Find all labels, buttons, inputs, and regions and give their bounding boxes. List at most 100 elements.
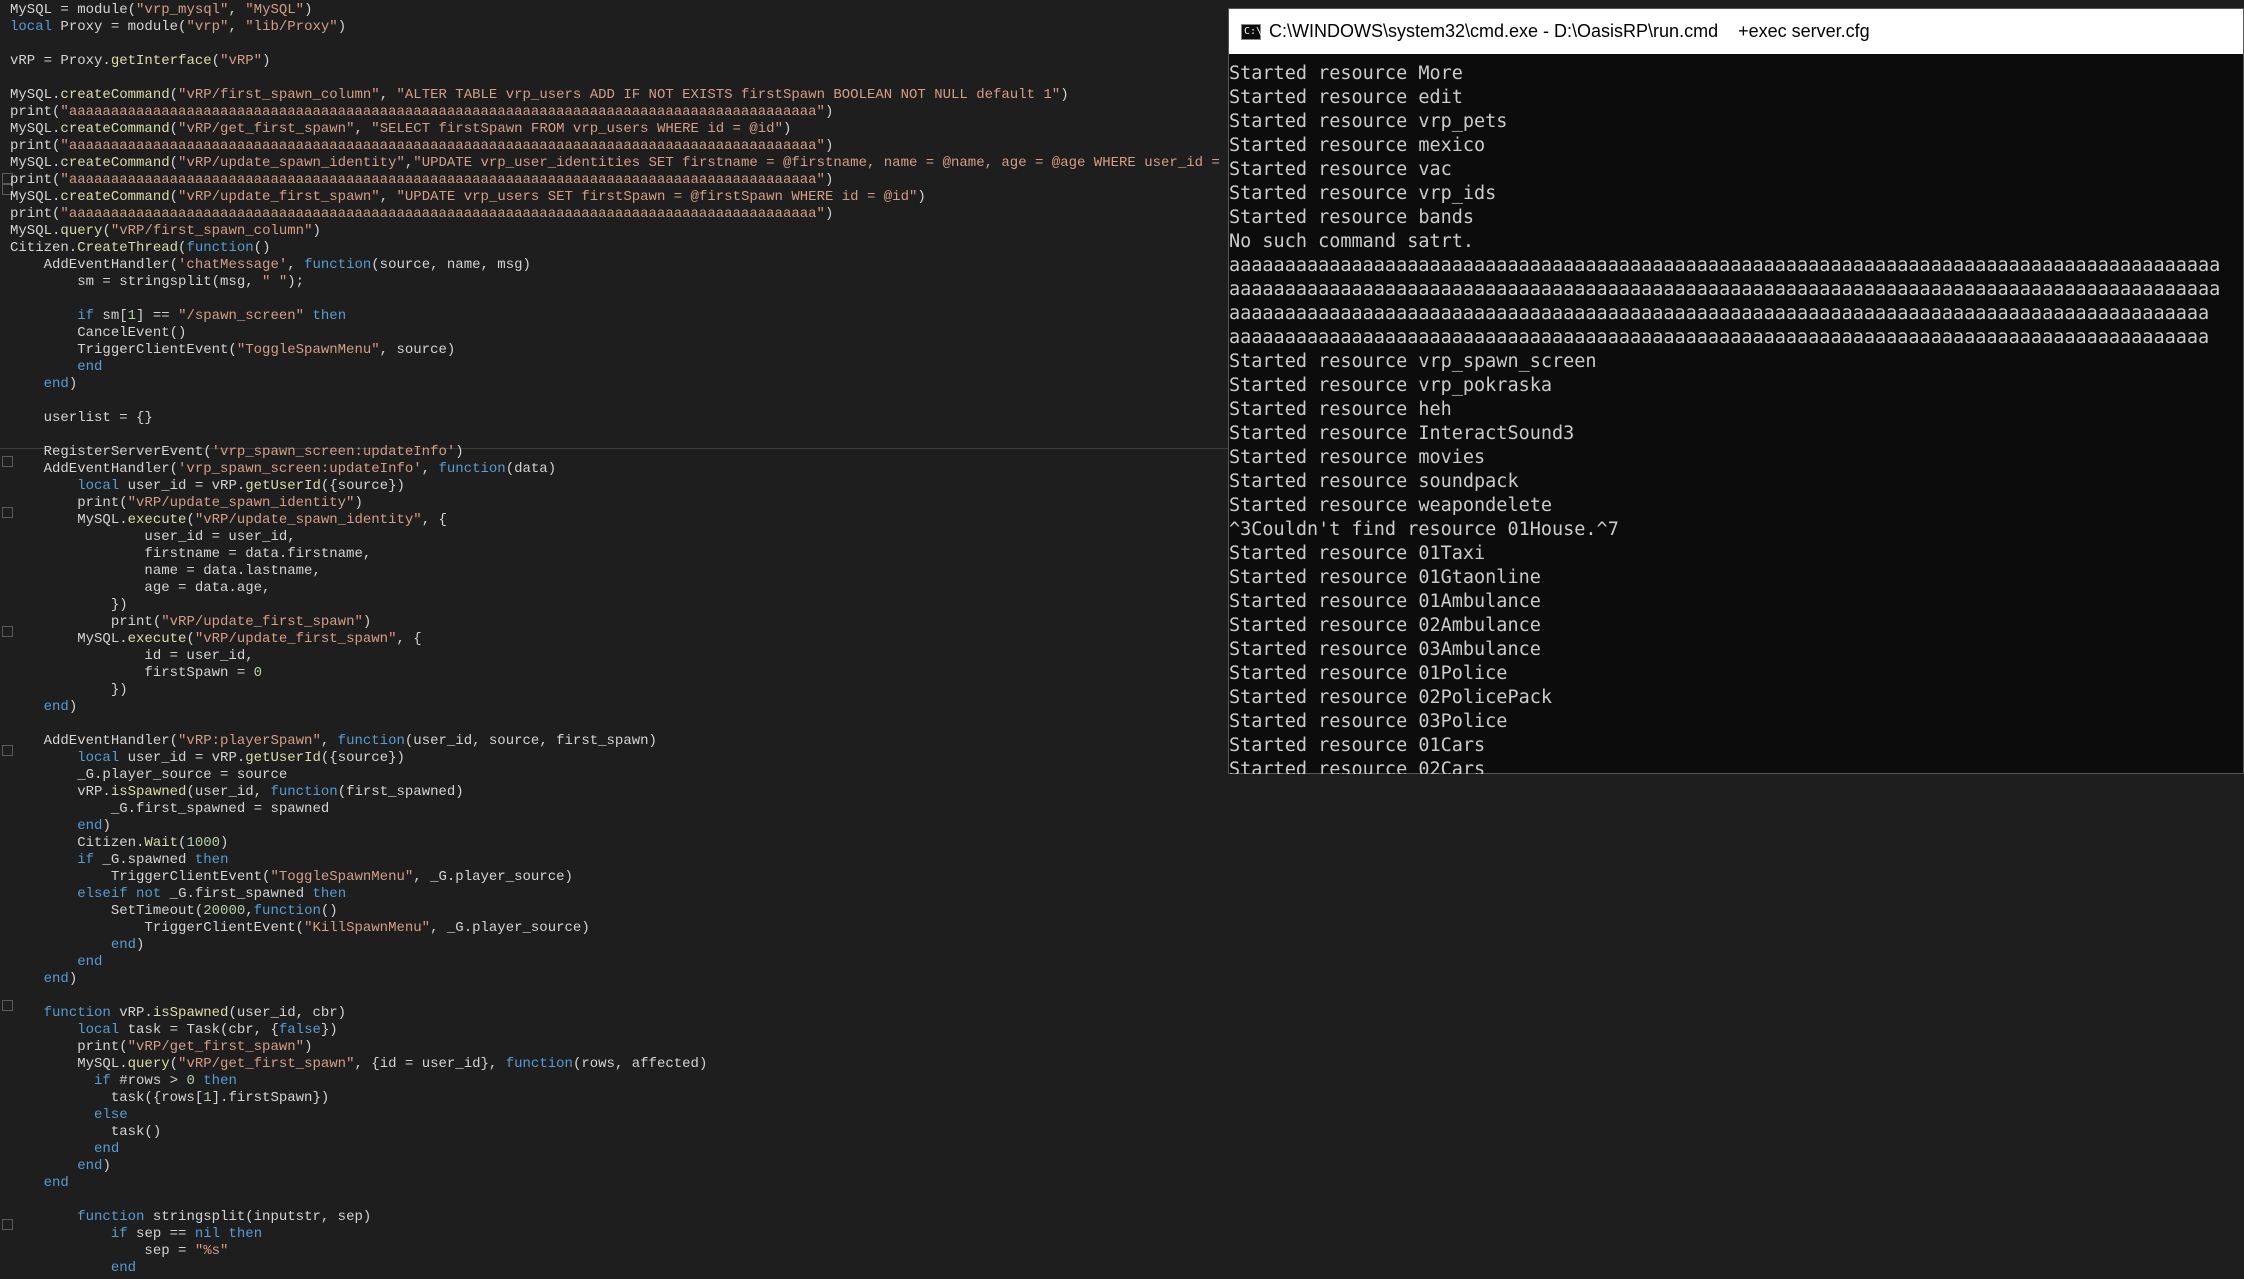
code-line[interactable]: firstname = data.firstname, (10, 546, 1228, 563)
console-line: Started resource More (1229, 63, 1463, 84)
code-line[interactable] (10, 716, 1228, 733)
code-line[interactable] (10, 291, 1228, 308)
code-line[interactable]: user_id = user_id, (10, 529, 1228, 546)
code-line[interactable]: MySQL.query("vRP/first_spawn_column") (10, 223, 1228, 240)
code-line[interactable]: task() (10, 1124, 1228, 1141)
code-line[interactable]: MySQL.createCommand("vRP/update_spawn_id… (10, 155, 1228, 172)
code-line[interactable] (10, 393, 1228, 410)
code-line[interactable]: end) (10, 376, 1228, 393)
code-line[interactable]: end (10, 954, 1228, 971)
code-line[interactable]: local user_id = vRP.getUserId({source}) (10, 750, 1228, 767)
code-line[interactable]: MySQL.execute("vRP/update_spawn_identity… (10, 512, 1228, 529)
code-line[interactable]: RegisterServerEvent('vrp_spawn_screen:up… (10, 444, 1228, 461)
code-line[interactable]: end) (10, 818, 1228, 835)
code-line[interactable]: name = data.lastname, (10, 563, 1228, 580)
code-line[interactable]: MySQL.createCommand("vRP/first_spawn_col… (10, 87, 1228, 104)
code-text[interactable]: MySQL = module("vrp_mysql", "MySQL") loca… (10, 2, 1228, 1277)
code-line[interactable] (10, 988, 1228, 1005)
code-line[interactable]: print("vRP/get_first_spawn") (10, 1039, 1228, 1056)
code-line[interactable]: MySQL.query("vRP/get_first_spawn", {id =… (10, 1056, 1228, 1073)
code-line[interactable]: _G.first_spawned = spawned (10, 801, 1228, 818)
code-line[interactable]: if sep == nil then (10, 1226, 1228, 1243)
code-line[interactable]: function stringsplit(inputstr, sep) (10, 1209, 1228, 1226)
console-line: Started resource mexico (1229, 135, 1486, 156)
console-line: Started resource heh (1229, 399, 1452, 420)
console-line: Started resource 02PolicePack (1229, 687, 1553, 708)
code-line[interactable]: if _G.spawned then (10, 852, 1228, 869)
code-line[interactable] (10, 36, 1228, 53)
code-line[interactable]: vRP = Proxy.getInterface("vRP") (10, 53, 1228, 70)
console-line: Started resource 02Ambulance (1229, 615, 1541, 636)
code-line[interactable]: MySQL.createCommand("vRP/get_first_spawn… (10, 121, 1228, 138)
code-line[interactable]: print("aaaaaaaaaaaaaaaaaaaaaaaaaaaaaaaaa… (10, 104, 1228, 121)
code-line[interactable]: task({rows[1].firstSpawn}) (10, 1090, 1228, 1107)
code-line[interactable]: end) (10, 699, 1228, 716)
cmd-titlebar[interactable]: C:\ C:\WINDOWS\system32\cmd.exe - D:\Oas… (1229, 9, 2243, 54)
code-line[interactable]: TriggerClientEvent("ToggleSpawnMenu", _G… (10, 869, 1228, 886)
code-line[interactable]: print("aaaaaaaaaaaaaaaaaaaaaaaaaaaaaaaaa… (10, 206, 1228, 223)
code-line[interactable] (10, 1192, 1228, 1209)
code-editor[interactable]: MySQL = module("vrp_mysql", "MySQL") loca… (0, 0, 1228, 1279)
code-line[interactable]: vRP.isSpawned(user_id, function(first_sp… (10, 784, 1228, 801)
code-line[interactable] (10, 70, 1228, 87)
code-line[interactable]: end (10, 1141, 1228, 1158)
code-line[interactable]: age = data.age, (10, 580, 1228, 597)
cmd-output: Started resource More Started resource ed… (1229, 54, 2243, 774)
code-line[interactable]: MySQL = module("vrp_mysql", "MySQL") (10, 2, 1228, 19)
code-line[interactable]: end) (10, 1158, 1228, 1175)
code-line[interactable]: elseif not _G.first_spawned then (10, 886, 1228, 903)
code-line[interactable]: AddEventHandler("vRP:playerSpawn", funct… (10, 733, 1228, 750)
code-line[interactable]: CancelEvent() (10, 325, 1228, 342)
code-line[interactable]: else (10, 1107, 1228, 1124)
console-line: Started resource 01Police (1229, 663, 1508, 684)
code-line[interactable]: SetTimeout(20000,function() (10, 903, 1228, 920)
code-line[interactable]: print("vRP/update_first_spawn") (10, 614, 1228, 631)
code-line[interactable]: end) (10, 971, 1228, 988)
cmd-window-title: C:\WINDOWS\system32\cmd.exe - D:\OasisRP… (1269, 21, 1870, 41)
code-line[interactable]: TriggerClientEvent("KillSpawnMenu", _G.p… (10, 920, 1228, 937)
code-line[interactable]: end (10, 1260, 1228, 1277)
console-line: Started resource InteractSound3 (1229, 423, 1575, 444)
console-line: Started resource 01Gtaonline (1229, 567, 1541, 588)
code-line[interactable]: end (10, 1175, 1228, 1192)
code-line[interactable]: local task = Task(cbr, {false}) (10, 1022, 1228, 1039)
code-line[interactable]: MySQL.execute("vRP/update_first_spawn", … (10, 631, 1228, 648)
code-line[interactable]: }) (10, 682, 1228, 699)
code-line[interactable]: end) (10, 937, 1228, 954)
code-line[interactable]: end (10, 359, 1228, 376)
code-line[interactable]: print("aaaaaaaaaaaaaaaaaaaaaaaaaaaaaaaaa… (10, 138, 1228, 155)
code-line[interactable]: TriggerClientEvent("ToggleSpawnMenu", so… (10, 342, 1228, 359)
console-line: Started resource movies (1229, 447, 1486, 468)
code-line[interactable]: local user_id = vRP.getUserId({source}) (10, 478, 1228, 495)
console-line: Started resource vrp_pokraska (1229, 375, 1553, 396)
code-line[interactable]: MySQL.createCommand("vRP/update_first_sp… (10, 189, 1228, 206)
console-line: Started resource 01Taxi (1229, 543, 1486, 564)
console-line: Started resource 01Cars (1229, 735, 1486, 756)
console-line: aaaaaaaaaaaaaaaaaaaaaaaaaaaaaaaaaaaaaaaa… (1229, 255, 2221, 276)
console-line: Started resource 01Ambulance (1229, 591, 1541, 612)
code-line[interactable]: firstSpawn = 0 (10, 665, 1228, 682)
console-line: Started resource bands (1229, 207, 1475, 228)
console-line: Started resource 02Cars (1229, 759, 1486, 774)
cmd-window[interactable]: C:\ C:\WINDOWS\system32\cmd.exe - D:\Oas… (1228, 8, 2244, 774)
code-line[interactable]: AddEventHandler('chatMessage', function(… (10, 257, 1228, 274)
code-line[interactable]: sep = "%s" (10, 1243, 1228, 1260)
code-line[interactable] (10, 427, 1228, 444)
code-line[interactable]: userlist = {} (10, 410, 1228, 427)
console-line: Started resource 03Ambulance (1229, 639, 1541, 660)
code-line[interactable]: AddEventHandler('vrp_spawn_screen:update… (10, 461, 1228, 478)
code-line[interactable]: _G.player_source = source (10, 767, 1228, 784)
code-line[interactable]: print("aaaaaaaaaaaaaaaaaaaaaaaaaaaaaaaaa… (10, 172, 1228, 189)
code-line[interactable]: local Proxy = module("vrp", "lib/Proxy") (10, 19, 1228, 36)
code-line[interactable]: if sm[1] == "/spawn_screen" then (10, 308, 1228, 325)
code-line[interactable]: Citizen.Wait(1000) (10, 835, 1228, 852)
code-line[interactable]: sm = stringsplit(msg, " "); (10, 274, 1228, 291)
code-line[interactable]: id = user_id, (10, 648, 1228, 665)
code-line[interactable]: if #rows > 0 then (10, 1073, 1228, 1090)
console-line: Started resource weapondelete (1229, 495, 1553, 516)
code-line[interactable]: }) (10, 597, 1228, 614)
code-line[interactable]: Citizen.CreateThread(function() (10, 240, 1228, 257)
console-line: Started resource vrp_ids (1229, 183, 1497, 204)
code-line[interactable]: function vRP.isSpawned(user_id, cbr) (10, 1005, 1228, 1022)
code-line[interactable]: print("vRP/update_spawn_identity") (10, 495, 1228, 512)
